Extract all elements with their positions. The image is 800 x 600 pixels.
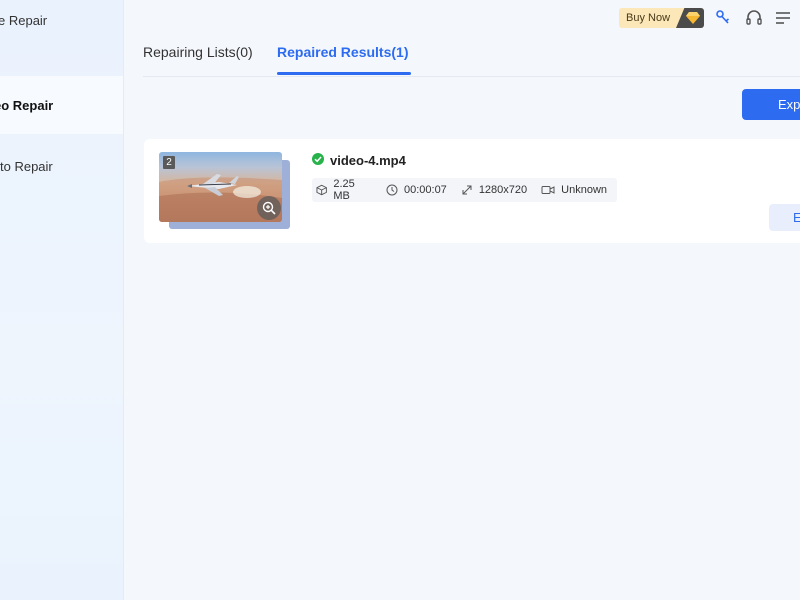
file-size: 2.25 MB: [316, 178, 372, 202]
sidebar-item-label: to Repair: [0, 158, 53, 174]
sidebar: e Repair eo Repair to Repair: [0, 0, 124, 600]
video-camera-icon: [541, 186, 555, 194]
zoom-in-icon: [262, 201, 276, 215]
clock-icon: [386, 184, 398, 196]
key-icon[interactable]: [714, 9, 732, 27]
video-thumbnail-stack: 2: [159, 152, 294, 232]
diamond-icon: [676, 8, 704, 28]
file-resolution-value: 1280x720: [478, 184, 528, 196]
file-duration: 00:00:07: [386, 184, 447, 196]
file-name: video-4.mp4: [330, 153, 406, 168]
active-tab-indicator: [277, 72, 411, 75]
buy-now-label: Buy Now: [626, 12, 671, 24]
file-codec-value: Unknown: [561, 184, 607, 196]
zoom-preview-button[interactable]: [257, 196, 281, 220]
file-count-badge: 2: [163, 156, 175, 169]
sidebar-item-video-repair[interactable]: eo Repair: [0, 76, 123, 134]
tab-repairing-lists[interactable]: Repairing Lists(0): [143, 44, 253, 60]
file-resolution: 1280x720: [461, 184, 527, 196]
expand-icon: [462, 185, 472, 195]
results-tabs: Repairing Lists(0) Repaired Results(1): [143, 40, 800, 77]
file-duration-value: 00:00:07: [403, 184, 447, 196]
sidebar-item-label: eo Repair: [0, 97, 54, 113]
export-button[interactable]: E: [769, 204, 800, 231]
buy-now-button[interactable]: Buy Now: [619, 8, 704, 28]
success-check-icon: [312, 153, 324, 165]
headset-icon[interactable]: [745, 9, 763, 27]
file-size-value: 2.25 MB: [333, 178, 355, 202]
cube-icon: [316, 184, 327, 196]
sidebar-item-file-repair[interactable]: e Repair: [0, 0, 123, 49]
tab-repaired-results[interactable]: Repaired Results(1): [277, 44, 408, 60]
sidebar-item-label: e Repair: [0, 12, 48, 28]
export-all-button[interactable]: Expo: [742, 89, 800, 120]
file-metadata: 2.25 MB 00:00:07 1280x720 Unknown: [312, 178, 617, 202]
video-thumbnail[interactable]: 2: [159, 152, 282, 222]
menu-icon[interactable]: [774, 9, 792, 27]
result-card: 2 video-4.mp4 2.25 MB 00:00:07 1280x720 …: [144, 139, 800, 243]
sidebar-item-photo-repair[interactable]: to Repair: [0, 137, 123, 195]
file-codec: Unknown: [541, 184, 607, 196]
